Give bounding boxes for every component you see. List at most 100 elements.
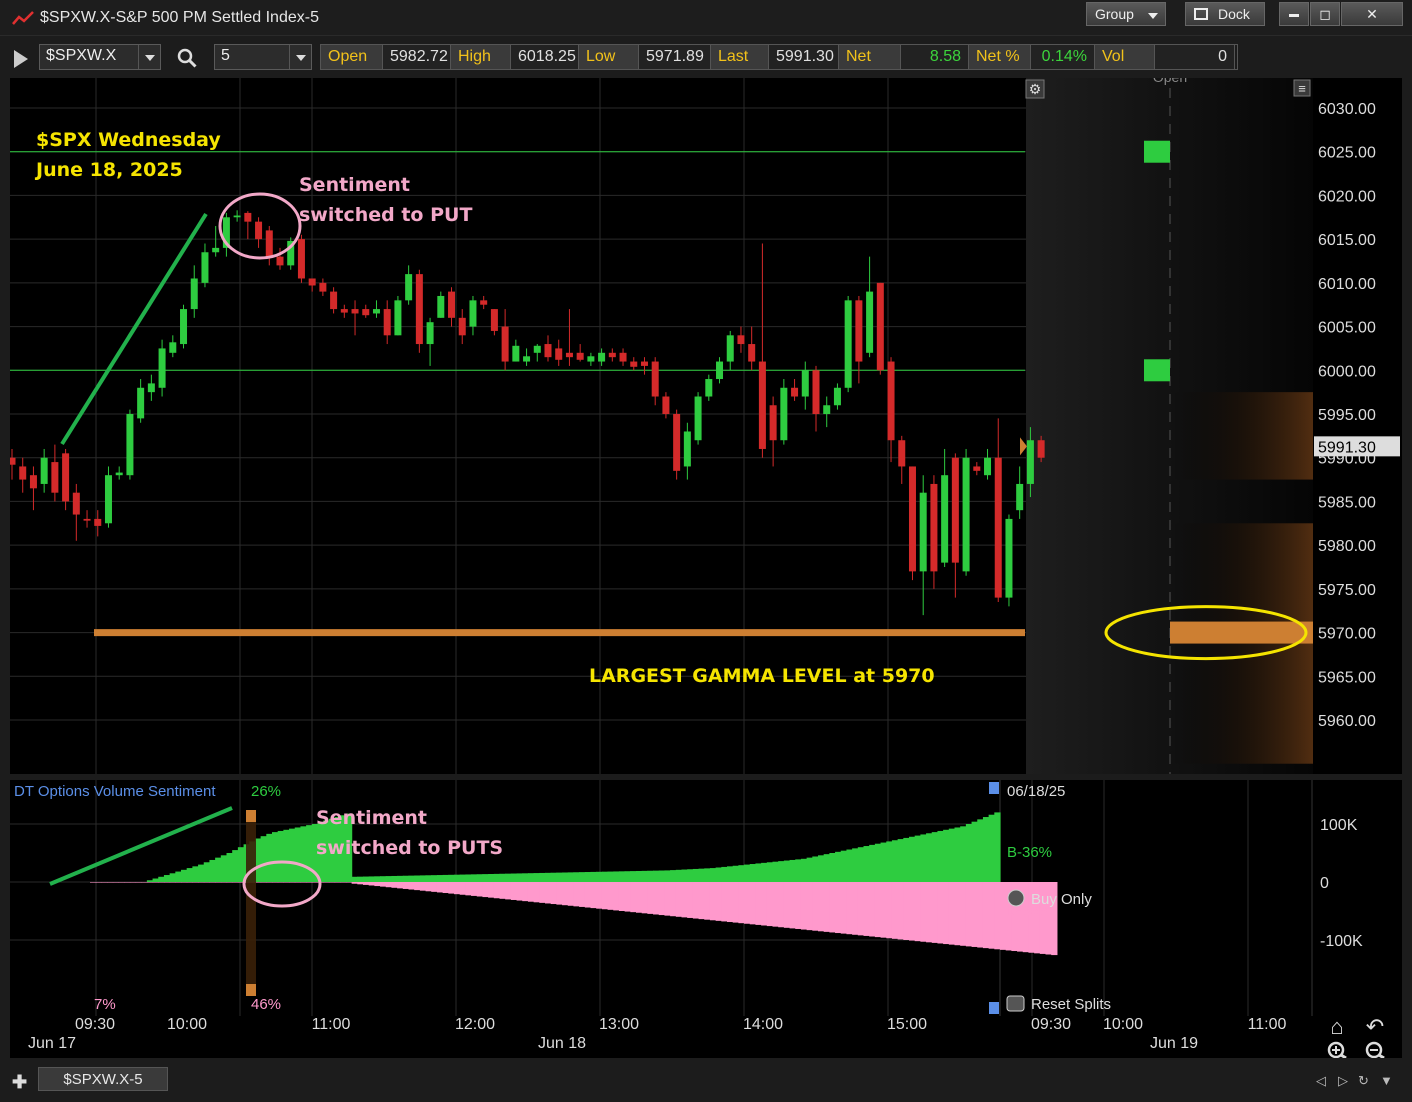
candle[interactable]: [587, 352, 595, 366]
chevron-down-icon[interactable]: [138, 45, 160, 69]
candle[interactable]: [94, 510, 102, 537]
zoom-in-icon[interactable]: [1327, 1041, 1347, 1060]
candle[interactable]: [1005, 514, 1013, 607]
candle[interactable]: [930, 475, 938, 589]
candle[interactable]: [158, 339, 166, 397]
candle[interactable]: [265, 226, 273, 266]
candle[interactable]: [458, 309, 466, 345]
candle[interactable]: [383, 300, 391, 345]
price-chart-pane[interactable]: Open ⚙ ≡ 6030.00 6025.00 6020.00 6015.00 6010.0…: [8, 69, 1402, 774]
candle[interactable]: [919, 475, 927, 616]
chevron-down-icon[interactable]: [289, 45, 311, 69]
price-chart[interactable]: Open ⚙ ≡ 6030.00 6025.00 6020.00 6015.00 6010.0…: [8, 69, 1402, 774]
candle[interactable]: [126, 409, 134, 480]
candle[interactable]: [533, 344, 541, 362]
candle[interactable]: [490, 309, 498, 336]
candle[interactable]: [501, 309, 509, 371]
candle[interactable]: [887, 357, 895, 463]
candle[interactable]: [212, 226, 220, 257]
candle[interactable]: [898, 435, 906, 484]
candle[interactable]: [394, 295, 402, 336]
candle[interactable]: [437, 291, 445, 318]
candle[interactable]: [147, 374, 155, 401]
candle[interactable]: [40, 448, 48, 493]
candle[interactable]: [244, 211, 252, 240]
candle[interactable]: [758, 243, 766, 458]
candle[interactable]: [362, 304, 370, 318]
search-icon[interactable]: [177, 48, 197, 68]
candle[interactable]: [565, 309, 573, 366]
candle[interactable]: [994, 418, 1002, 602]
candle[interactable]: [941, 448, 949, 567]
candle[interactable]: [876, 282, 884, 375]
candle[interactable]: [962, 448, 970, 576]
interval-select[interactable]: 5: [214, 44, 312, 70]
candle[interactable]: [737, 326, 745, 353]
candle[interactable]: [973, 462, 981, 476]
candle[interactable]: [544, 335, 552, 362]
candle[interactable]: [683, 422, 691, 480]
minimize-button[interactable]: ▬: [1279, 2, 1309, 26]
candle[interactable]: [866, 256, 874, 358]
candle[interactable]: [351, 300, 359, 336]
candle[interactable]: [823, 396, 831, 428]
candle[interactable]: [576, 344, 584, 362]
play-icon[interactable]: [14, 50, 28, 68]
group-button[interactable]: Group: [1086, 2, 1166, 26]
candle[interactable]: [297, 234, 305, 283]
candle[interactable]: [29, 466, 37, 511]
candle[interactable]: [255, 217, 263, 248]
reset-splits-icon[interactable]: [1006, 995, 1025, 1012]
candle[interactable]: [169, 335, 177, 358]
chart-tab[interactable]: $SPXW.X-5: [38, 1067, 168, 1091]
candle[interactable]: [51, 444, 59, 502]
candle[interactable]: [308, 278, 316, 292]
candle[interactable]: [608, 348, 616, 362]
candle[interactable]: [791, 379, 799, 401]
candle[interactable]: [844, 295, 852, 393]
candle[interactable]: [330, 287, 338, 314]
candle[interactable]: [598, 348, 606, 366]
candle[interactable]: [555, 339, 563, 366]
candle[interactable]: [651, 357, 659, 406]
candle[interactable]: [694, 392, 702, 445]
candle[interactable]: [115, 466, 123, 480]
symbol-input[interactable]: $SPXW.X: [39, 44, 161, 70]
candle[interactable]: [769, 396, 777, 467]
candle[interactable]: [222, 212, 230, 257]
candle[interactable]: [726, 330, 734, 371]
candle[interactable]: [630, 357, 638, 371]
close-button[interactable]: ✕: [1341, 2, 1403, 26]
zoom-out-icon[interactable]: [1365, 1041, 1385, 1060]
candle[interactable]: [72, 483, 80, 541]
candle[interactable]: [372, 300, 380, 318]
candle[interactable]: [469, 295, 477, 336]
candle[interactable]: [780, 379, 788, 445]
candle[interactable]: [319, 278, 327, 296]
candle[interactable]: [640, 357, 648, 375]
candle[interactable]: [104, 466, 112, 528]
candle[interactable]: [19, 457, 27, 493]
candle[interactable]: [951, 453, 959, 598]
candle[interactable]: [1016, 466, 1024, 519]
gear-icon[interactable]: [1007, 889, 1025, 907]
candle[interactable]: [984, 448, 992, 480]
candle[interactable]: [619, 348, 627, 366]
candle[interactable]: [8, 448, 16, 480]
candle[interactable]: [523, 348, 531, 366]
candle[interactable]: [812, 365, 820, 432]
refresh-icon[interactable]: ↻: [1358, 1073, 1369, 1089]
candle[interactable]: [340, 304, 348, 318]
sentiment-pane[interactable]: DT Options Volume Sentiment 26% 46% 7% 06/18…: [10, 780, 1402, 1016]
candle[interactable]: [190, 265, 198, 318]
scroll-right-icon[interactable]: ▷: [1338, 1073, 1348, 1089]
candle[interactable]: [705, 374, 713, 401]
add-tab-icon[interactable]: ✚: [12, 1072, 27, 1093]
maximize-button[interactable]: ◻: [1310, 2, 1340, 26]
candle[interactable]: [801, 361, 809, 410]
scroll-left-icon[interactable]: ◁: [1316, 1073, 1326, 1089]
chevron-down-icon[interactable]: ▼: [1380, 1073, 1393, 1088]
candle[interactable]: [83, 510, 91, 528]
candle[interactable]: [908, 466, 916, 581]
candle[interactable]: [448, 287, 456, 327]
